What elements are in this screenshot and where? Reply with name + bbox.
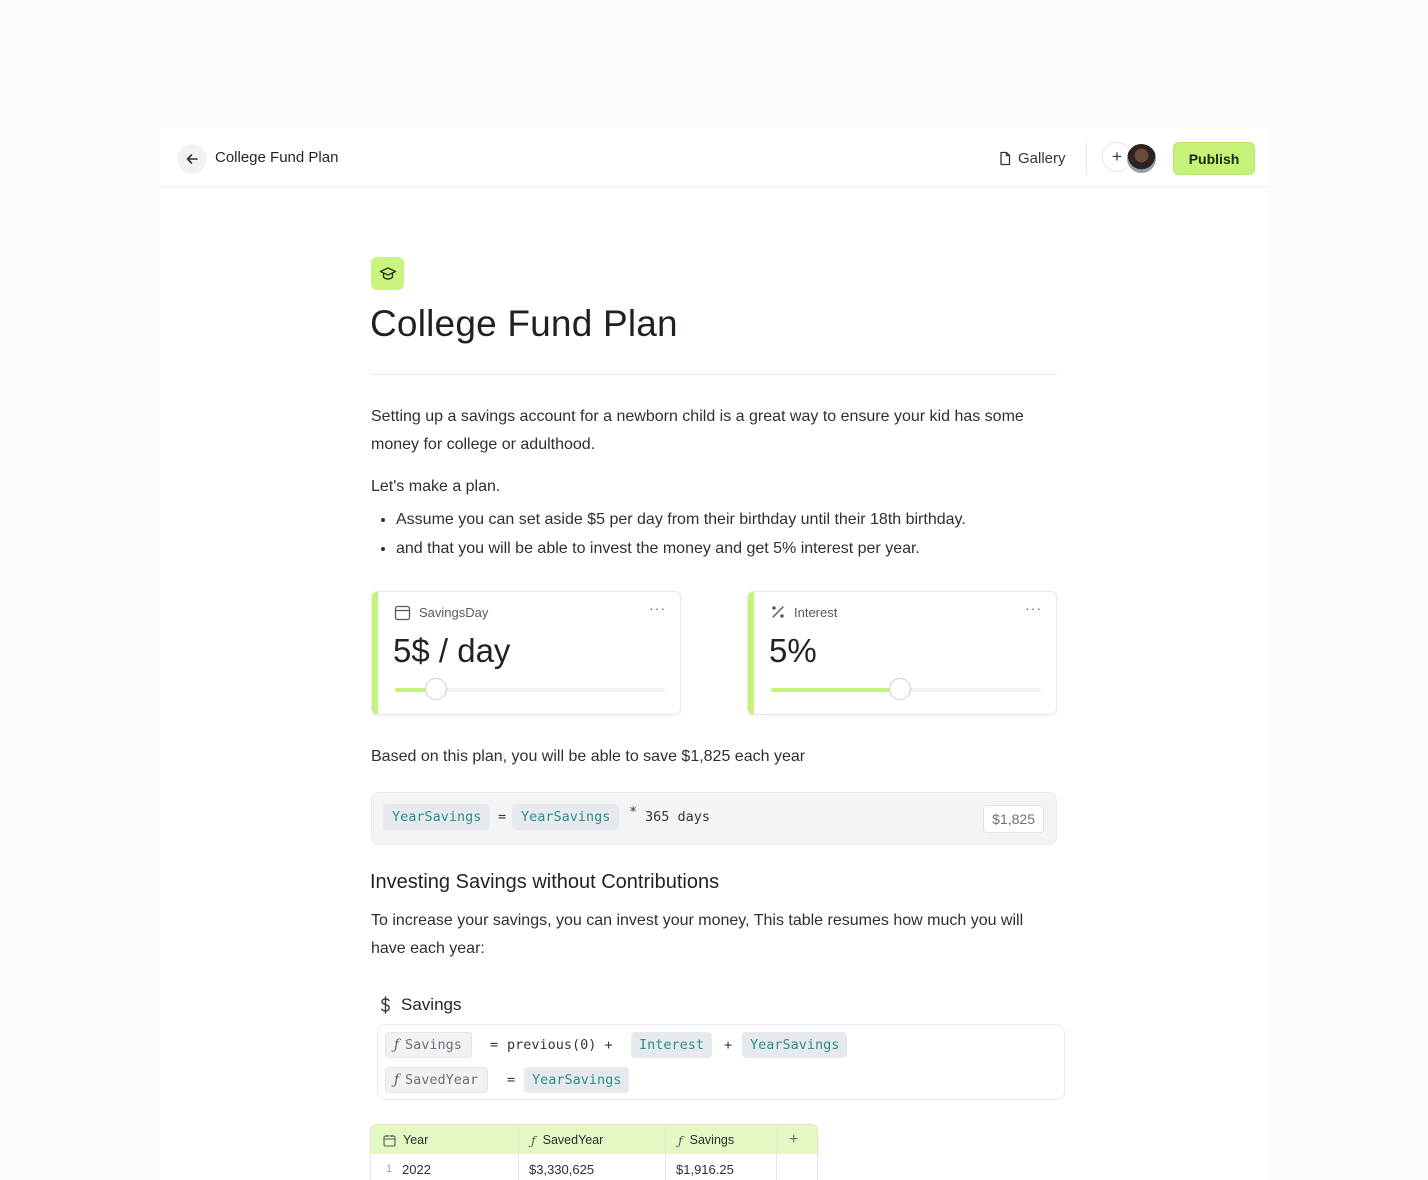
section-paragraph: To increase your savings, you can invest… (371, 912, 1024, 957)
slider-handle[interactable] (425, 678, 448, 700)
section-heading: Investing Savings without Contributions (370, 871, 720, 893)
calendar-icon (394, 605, 411, 621)
formula-name: Savings (405, 1037, 462, 1053)
formula-name: SavedYear (405, 1072, 479, 1088)
table-header: Year ƒ SavedYear ƒ Savings + (370, 1124, 818, 1180)
list-item: and that you will be able to invest the … (371, 534, 1057, 563)
formula-expression: 365 days (645, 809, 711, 825)
widget-header: SavingsDay (394, 604, 488, 621)
slider-handle[interactable] (889, 678, 912, 700)
lead-paragraph: Let's make a plan. (371, 478, 501, 495)
more-options-button[interactable]: ··· (649, 600, 666, 616)
arrow-left-icon (186, 154, 198, 164)
file-icon (1000, 151, 1011, 165)
more-options-button[interactable]: ··· (1025, 600, 1042, 616)
calendar-icon (383, 1134, 396, 1147)
interest-slider[interactable] (771, 678, 1041, 700)
widget-value: 5% (769, 632, 817, 669)
column-label: Year (403, 1133, 429, 1147)
dollar-icon (381, 996, 390, 1014)
percent-icon (772, 606, 784, 618)
function-icon: ƒ (531, 1132, 536, 1148)
widget-label: SavingsDay (419, 605, 489, 620)
top-bar-title: College Fund Plan (215, 149, 339, 166)
formula-equals: = (498, 809, 507, 825)
graduation-cap-icon (379, 266, 396, 280)
savings-block-label: Savings (401, 995, 462, 1014)
formula-operator: + (724, 1037, 733, 1053)
slider-fill (771, 688, 901, 692)
formula-reference[interactable]: YearSavings (742, 1032, 848, 1058)
formula-name-chip[interactable]: ƒ SavedYear (385, 1067, 489, 1093)
savings-block-title: Savings (380, 995, 461, 1015)
formula-equals: = (507, 1072, 516, 1088)
widget-value: 5$ / day (393, 632, 511, 669)
table-row[interactable]: 1 2022 $3,330,625 $1,916.25 (370, 1154, 818, 1180)
summary-text: Based on this plan, you will be able to … (371, 748, 806, 765)
formula-equals: = (490, 1037, 499, 1053)
avatar[interactable] (1125, 142, 1158, 175)
add-column-button[interactable]: + (789, 1125, 798, 1155)
formula-reference[interactable]: Interest (631, 1032, 713, 1058)
savings-day-slider[interactable] (395, 678, 665, 700)
function-icon: ƒ (678, 1132, 683, 1148)
title-divider (371, 374, 1057, 375)
widget-header: Interest (770, 604, 837, 620)
document-window: College Fund Plan Gallery + Publish Coll… (160, 128, 1268, 1180)
doc-icon[interactable] (371, 257, 404, 290)
formula-expression: previous(0) + (507, 1037, 613, 1053)
year-savings-formula[interactable]: YearSavings = YearSavings * 365 days $1,… (371, 792, 1057, 845)
list-item: Assume you can set aside $5 per day from… (371, 505, 1057, 534)
page-title: College Fund Plan (370, 303, 678, 344)
formula-operator: * (629, 804, 638, 820)
cell-savings[interactable]: $1,916.25 (676, 1154, 734, 1180)
interest-widget[interactable]: Interest ··· 5% (747, 591, 1057, 715)
savings-table: Year ƒ SavedYear ƒ Savings + 1 2022 $3,3… (370, 1124, 818, 1180)
intro-paragraph: Setting up a savings account for a newbo… (371, 408, 1024, 453)
publish-button[interactable]: Publish (1173, 142, 1255, 175)
formula-variable[interactable]: YearSavings (383, 804, 491, 830)
column-label: Savings (689, 1133, 735, 1147)
row-number: 1 (386, 1163, 393, 1175)
header-divider (1086, 142, 1087, 174)
formula-reference[interactable]: YearSavings (512, 804, 620, 830)
formula-name-chip[interactable]: ƒ Savings (385, 1032, 472, 1058)
formula-reference[interactable]: YearSavings (524, 1067, 630, 1093)
back-button[interactable] (177, 144, 207, 174)
column-label: SavedYear (542, 1133, 604, 1147)
cell-year[interactable]: 2022 (402, 1154, 431, 1180)
collaborators: + (1102, 142, 1160, 175)
column-header-savedyear[interactable]: ƒ SavedYear (531, 1125, 603, 1155)
gallery-button[interactable]: Gallery (998, 147, 1066, 169)
cell-savedyear[interactable]: $3,330,625 (529, 1154, 594, 1180)
gallery-label: Gallery (1018, 149, 1066, 167)
formula-result: $1,825 (983, 805, 1044, 833)
widget-label: Interest (794, 604, 838, 620)
function-icon: ƒ (394, 1037, 399, 1053)
top-bar: College Fund Plan Gallery + Publish (160, 128, 1268, 188)
column-header-year[interactable]: Year (383, 1125, 428, 1155)
column-header-savings[interactable]: ƒ Savings (678, 1125, 734, 1155)
savings-day-widget[interactable]: SavingsDay ··· 5$ / day (371, 591, 681, 715)
plan-bullets: Assume you can set aside $5 per day from… (371, 505, 1057, 563)
savings-formulas: ƒ Savings = previous(0) + Interest + Yea… (377, 1024, 1065, 1100)
function-icon: ƒ (394, 1072, 399, 1088)
